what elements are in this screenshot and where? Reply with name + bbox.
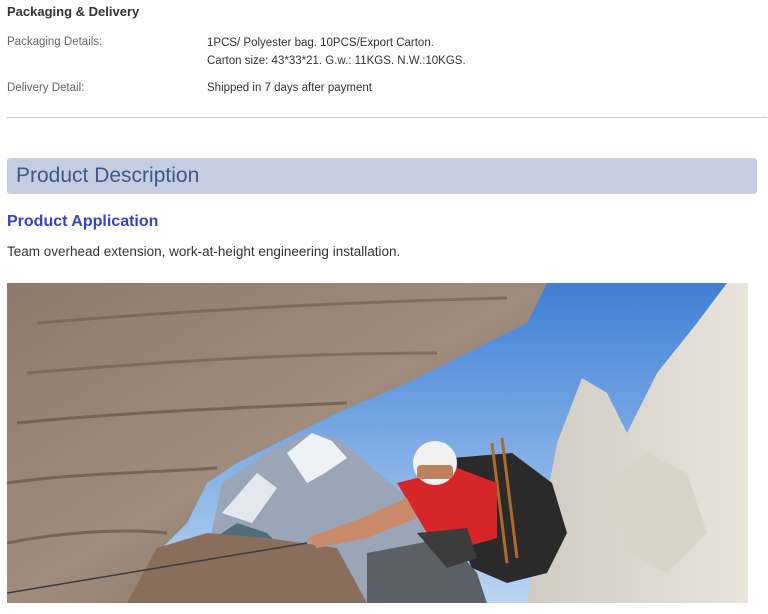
packaging-details-value: 1PCS/ Polyester bag. 10PCS/Export Carton… [207,34,466,70]
delivery-detail-value: Shipped in 7 days after payment [207,82,372,94]
section-divider [7,117,767,118]
packaging-details-line-1: 1PCS/ Polyester bag. 10PCS/Export Carton… [207,37,434,49]
packaging-details-label: Packaging Details: [7,36,103,48]
delivery-detail-label: Delivery Detail: [7,82,85,94]
climber-photo-illustration [7,283,748,603]
climber-photo [7,283,748,603]
product-application-text: Team overhead extension, work-at-height … [7,244,401,259]
product-application-title: Product Application [7,213,159,230]
product-description-bar: Product Description [7,158,757,194]
packaging-details-line-2: Carton size: 43*33*21. G.w.: 11KGS. N.W.… [207,55,466,67]
product-page: Packaging & Delivery Packaging Details: … [0,0,768,614]
packaging-delivery-title: Packaging & Delivery [7,4,140,19]
product-description-title: Product Description [16,164,200,187]
